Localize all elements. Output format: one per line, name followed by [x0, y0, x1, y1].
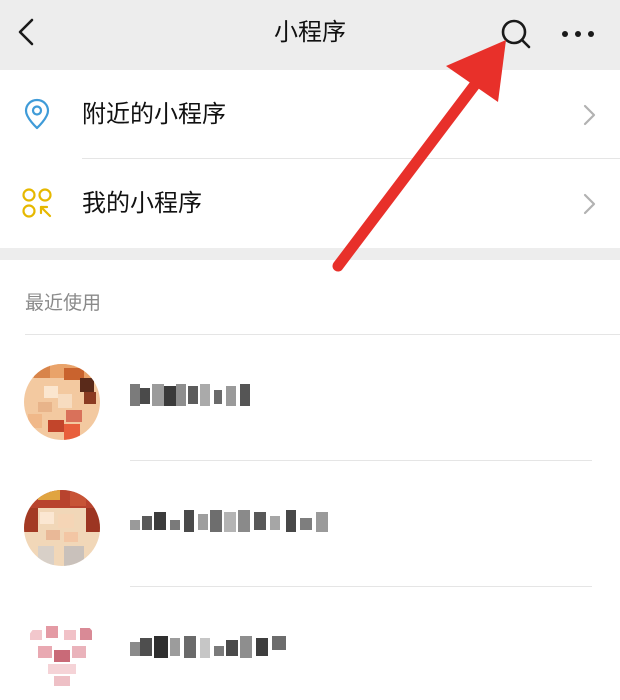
- mini-programs-screen: 小程序 附近的小程序 我的小程序 最近使用: [0, 0, 620, 700]
- pixelated-avatar-image: [24, 616, 100, 692]
- recent-section-title: 最近使用: [25, 292, 102, 314]
- divider: [130, 586, 592, 587]
- menu-item-label: 我的小程序: [82, 189, 202, 217]
- more-dots-icon: [562, 31, 594, 37]
- search-button[interactable]: [496, 14, 536, 54]
- blurred-name: [130, 384, 250, 406]
- section-separator: [0, 248, 620, 260]
- avatar: [24, 490, 100, 566]
- divider: [25, 334, 620, 335]
- pixelated-avatar-image: [24, 490, 100, 566]
- pixelated-avatar-image: [24, 364, 100, 440]
- menu-item-my-mini-programs[interactable]: 我的小程序: [0, 159, 620, 248]
- mini-program-menu: 附近的小程序 我的小程序: [0, 70, 620, 248]
- blurred-name: [130, 636, 286, 658]
- menu-item-label: 附近的小程序: [82, 100, 226, 128]
- search-icon: [501, 19, 531, 49]
- blurred-name: [130, 510, 328, 532]
- location-pin-icon: [24, 98, 50, 130]
- menu-item-nearby[interactable]: 附近的小程序: [0, 70, 620, 159]
- divider: [130, 460, 592, 461]
- nav-bar: 小程序: [0, 0, 620, 70]
- avatar: [24, 616, 100, 692]
- recent-item[interactable]: [0, 588, 620, 700]
- recent-item[interactable]: [0, 336, 620, 462]
- chevron-right-icon: [583, 193, 596, 215]
- chevron-right-icon: [583, 104, 596, 126]
- my-miniprograms-icon: [22, 188, 52, 218]
- recent-item[interactable]: [0, 462, 620, 588]
- more-button[interactable]: [556, 14, 600, 54]
- avatar: [24, 364, 100, 440]
